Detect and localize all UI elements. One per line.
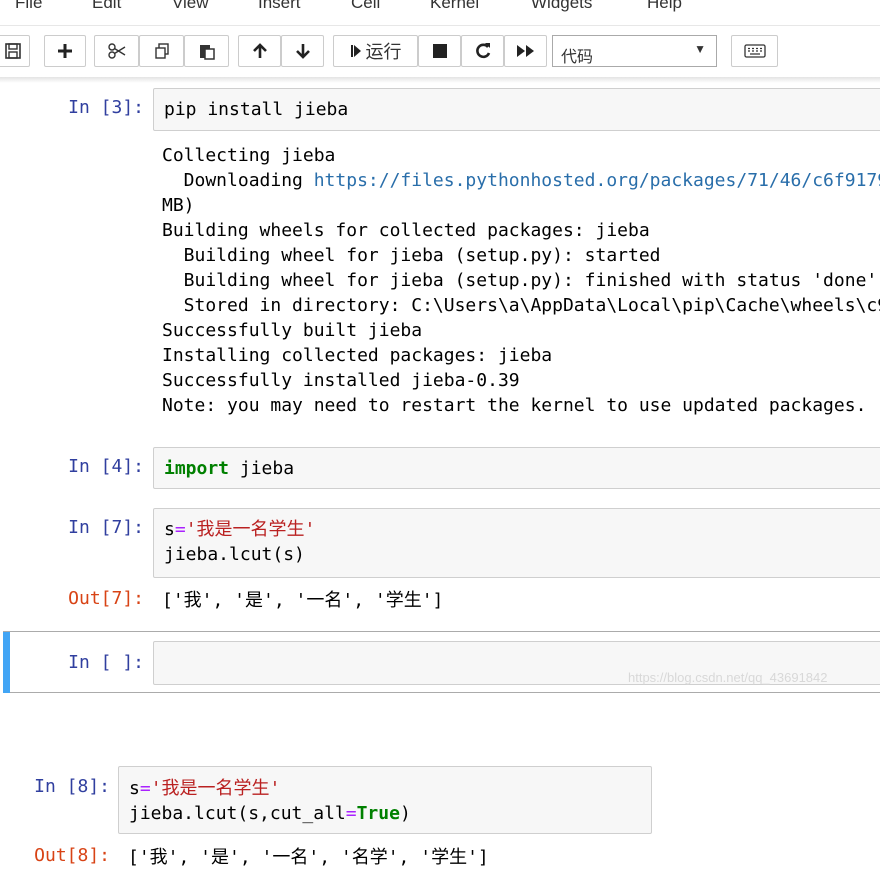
input-prompt: In [7]:: [68, 517, 144, 538]
keyword-import: import: [164, 458, 230, 479]
menu-kernel[interactable]: Kernel: [430, 0, 479, 13]
copy-icon: [154, 43, 169, 59]
code-line: pip install jieba: [164, 99, 349, 120]
input-prompt: In [3]:: [68, 97, 144, 118]
output-text: Downloading: [162, 170, 314, 191]
code-text: s: [164, 519, 175, 540]
operator: =: [139, 778, 151, 799]
code-line: jieba.lcut(s): [164, 544, 305, 565]
menu-help[interactable]: Help: [647, 0, 682, 13]
cell-type-value: 代码: [561, 49, 594, 66]
move-up-button[interactable]: [238, 35, 281, 67]
output-line: Building wheel for jieba (setup.py): sta…: [162, 245, 661, 266]
operator: =: [345, 803, 357, 824]
output-line: MB): [162, 195, 195, 216]
run-button[interactable]: 运行: [333, 35, 418, 67]
code-cell-input[interactable]: pip install jieba: [153, 88, 880, 131]
plus-icon: [58, 44, 72, 58]
download-link[interactable]: https://files.pythonhosted.org/packages/…: [314, 170, 880, 191]
string-literal: '我是一名学生': [185, 519, 316, 540]
code-text: jieba.lcut(s,cut_all: [129, 803, 346, 824]
menu-view[interactable]: View: [172, 0, 209, 13]
keyword-true: True: [356, 803, 400, 824]
code-cell-input[interactable]: s='我是一名学生' jieba.lcut(s): [153, 508, 880, 578]
restart-run-all-button[interactable]: [504, 35, 547, 67]
move-down-button[interactable]: [281, 35, 324, 67]
code-line: s='我是一名学生': [164, 517, 315, 542]
cell-type-select[interactable]: 代码 ▼: [552, 35, 717, 67]
step-forward-icon: [350, 45, 361, 57]
output-result: ['我', '是', '一名', '名学', '学生']: [128, 847, 489, 868]
code-line: import jieba: [164, 456, 294, 481]
paste-icon: [199, 45, 215, 60]
watermark: https://blog.csdn.net/qq_43691842: [628, 670, 828, 685]
arrow-up-icon: [252, 43, 267, 58]
toolbar-divider: [0, 77, 880, 83]
menu-widgets[interactable]: Widgets: [531, 0, 592, 13]
fast-forward-icon: [516, 45, 534, 57]
floppy-disk-icon: [5, 43, 21, 59]
input-prompt: In [4]:: [68, 456, 144, 477]
output-line: Building wheels for collected packages: …: [162, 220, 650, 241]
input-prompt: In [8]:: [34, 776, 110, 797]
paste-button[interactable]: [184, 35, 229, 67]
operator: =: [174, 519, 186, 540]
caret-down-icon: ▼: [694, 42, 706, 56]
command-palette-button[interactable]: [731, 35, 778, 67]
menu-edit[interactable]: Edit: [92, 0, 121, 13]
code-line: jieba.lcut(s,cut_all=True): [129, 801, 411, 826]
output-line: Building wheel for jieba (setup.py): fin…: [162, 270, 878, 291]
string-literal: '我是一名学生': [150, 778, 281, 799]
arrow-down-icon: [295, 44, 310, 59]
output-line: Note: you may need to restart the kernel…: [162, 395, 867, 416]
toolbar: 运行 代码 ▼: [0, 26, 880, 78]
menu-bar: File Edit View Insert Cell Kernel Widget…: [0, 0, 880, 26]
menu-insert[interactable]: Insert: [258, 0, 301, 13]
output-line: Successfully installed jieba-0.39: [162, 370, 520, 391]
menu-cell[interactable]: Cell: [351, 0, 380, 13]
run-label: 运行: [365, 42, 402, 62]
stop-icon: [432, 44, 447, 58]
output-line: Stored in directory: C:\Users\a\AppData\…: [162, 295, 880, 316]
code-text: jieba: [229, 458, 295, 479]
output-prompt: Out[8]:: [34, 845, 110, 866]
insert-cell-button[interactable]: [44, 35, 86, 67]
menu-file[interactable]: File: [15, 0, 42, 13]
selected-cell-indicator: [3, 632, 10, 693]
output-prompt: Out[7]:: [68, 588, 144, 609]
refresh-icon: [475, 43, 490, 59]
scissors-icon: [107, 43, 125, 59]
cut-button[interactable]: [94, 35, 139, 67]
keyboard-icon: [743, 44, 766, 58]
code-cell-input[interactable]: s='我是一名学生' jieba.lcut(s,cut_all=True): [118, 766, 652, 834]
code-cell-input[interactable]: import jieba: [153, 447, 880, 489]
output-result: ['我', '是', '一名', '学生']: [162, 590, 444, 611]
restart-button[interactable]: [461, 35, 504, 67]
output-line: Installing collected packages: jieba: [162, 345, 553, 366]
code-text: ): [399, 803, 411, 824]
save-button[interactable]: [0, 35, 30, 67]
code-text: s: [129, 778, 140, 799]
code-line: s='我是一名学生': [129, 776, 280, 801]
output-line: Successfully built jieba: [162, 320, 423, 341]
output-line: Collecting jieba: [162, 145, 336, 166]
output-line: Downloading https://files.pythonhosted.o…: [162, 168, 880, 193]
interrupt-button[interactable]: [418, 35, 461, 67]
input-prompt: In [ ]:: [68, 652, 144, 673]
copy-button[interactable]: [139, 35, 184, 67]
